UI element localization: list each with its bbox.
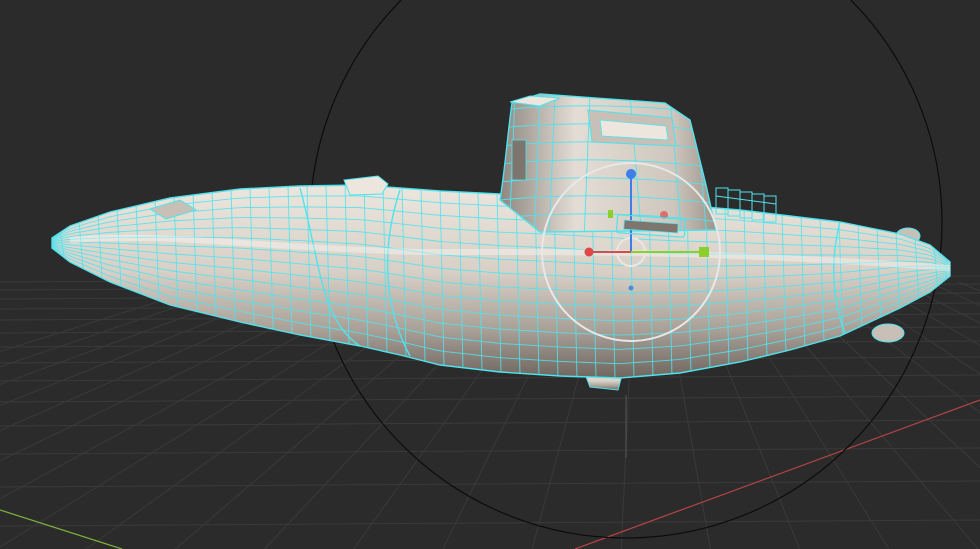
3d-viewport[interactable] xyxy=(0,0,980,549)
grid-line xyxy=(958,281,980,292)
z-axis-handle[interactable] xyxy=(626,169,636,179)
grid-line xyxy=(0,419,980,427)
y-axis-handle[interactable] xyxy=(699,247,709,257)
x-axis-handle[interactable] xyxy=(584,247,594,257)
pivot-dot xyxy=(628,285,634,291)
grid-line xyxy=(0,395,980,403)
railing-bar xyxy=(715,195,777,205)
plane-handle[interactable] xyxy=(608,210,613,218)
tower-side-panel xyxy=(511,139,527,181)
deck-hatch xyxy=(343,175,389,196)
stern-rudder xyxy=(871,323,905,343)
viewport-canvas[interactable] xyxy=(0,0,980,549)
grid-line xyxy=(0,480,980,488)
y-axis-line xyxy=(0,509,123,549)
grid-line xyxy=(0,519,980,527)
